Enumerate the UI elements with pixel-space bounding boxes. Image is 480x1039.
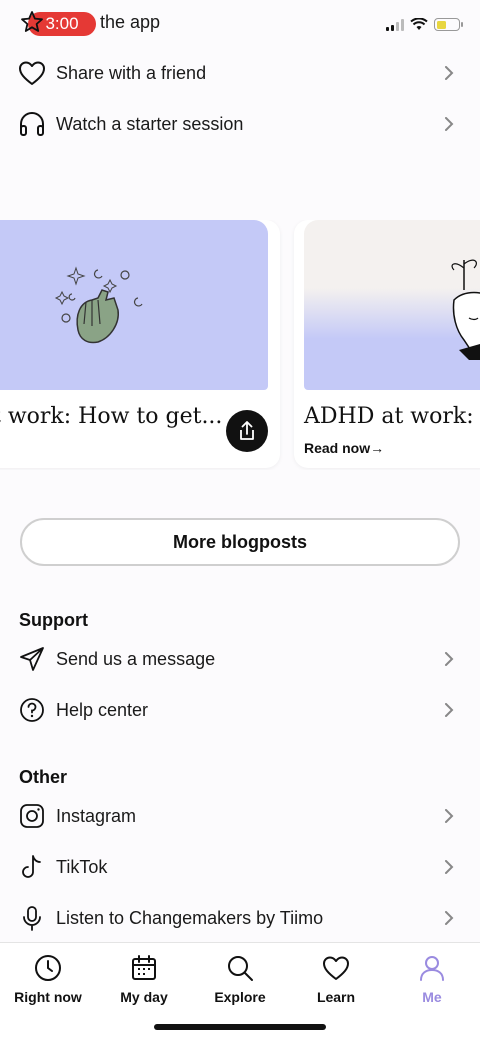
paper-plane-icon [18,645,46,673]
search-icon [225,953,255,983]
tab-label: Learn [316,989,356,1005]
instagram-icon [18,802,46,830]
send-message-label: Send us a message [56,648,216,669]
tab-label: Explore [214,989,266,1005]
rate-app-row[interactable]: the app [0,0,480,44]
question-circle-icon [18,696,46,724]
microphone-icon [18,904,46,932]
blog-card-title: ADHD at work: H [304,404,480,429]
help-center-label: Help center [56,699,149,720]
hand-with-sparkles-illustration [0,220,268,390]
support-heading: Support [19,610,88,630]
read-now-link[interactable]: Read now→ [304,440,384,456]
chevron-right-icon [445,809,454,823]
more-blogposts-button[interactable]: More blogposts [20,518,460,566]
share-button[interactable] [226,410,268,452]
tab-me[interactable]: Me [384,953,480,1005]
help-center-row[interactable]: Help center [0,685,480,735]
tab-label: Right now [14,989,82,1005]
watch-starter-session-row[interactable]: Watch a starter session [0,99,480,149]
tab-right-now[interactable]: Right now [0,953,96,1005]
tab-explore[interactable]: Explore [192,953,288,1005]
tiktok-row[interactable]: TikTok [0,842,480,892]
chevron-right-icon [445,117,454,131]
other-heading: Other [19,767,68,787]
chevron-right-icon [445,860,454,874]
tiktok-icon [18,853,46,881]
send-message-row[interactable]: Send us a message [0,634,480,684]
watch-starter-session-label: Watch a starter session [56,113,244,134]
blog-card-title: t work: How to get... [0,404,223,429]
podcast-row[interactable]: Listen to Changemakers by Tiimo [0,893,480,943]
chevron-right-icon [445,652,454,666]
tab-learn[interactable]: Learn [288,953,384,1005]
chevron-right-icon [445,66,454,80]
tab-label: My day [120,989,168,1005]
clock-icon [33,953,63,983]
tab-my-day[interactable]: My day [96,953,192,1005]
home-indicator [154,1024,326,1030]
instagram-row[interactable]: Instagram [0,791,480,841]
calendar-icon [129,953,159,983]
head-with-plant-illustration [304,220,480,390]
instagram-label: Instagram [56,805,137,826]
blog-card[interactable]: ADHD at work: H Read now→ [294,220,480,468]
podcast-label: Listen to Changemakers by Tiimo [56,907,324,928]
heart-icon [18,59,46,87]
chevron-right-icon [445,911,454,925]
tab-label: Me [422,989,442,1005]
chevron-right-icon [445,703,454,717]
share-with-friend-label: Share with a friend [56,62,207,83]
headphones-icon [18,110,46,138]
rate-app-label: the app [100,12,161,32]
person-icon [417,953,447,983]
tiktok-label: TikTok [56,856,108,877]
share-with-friend-row[interactable]: Share with a friend [0,48,480,98]
heart-icon [321,953,351,983]
star-icon [18,8,46,36]
share-icon [240,421,254,440]
